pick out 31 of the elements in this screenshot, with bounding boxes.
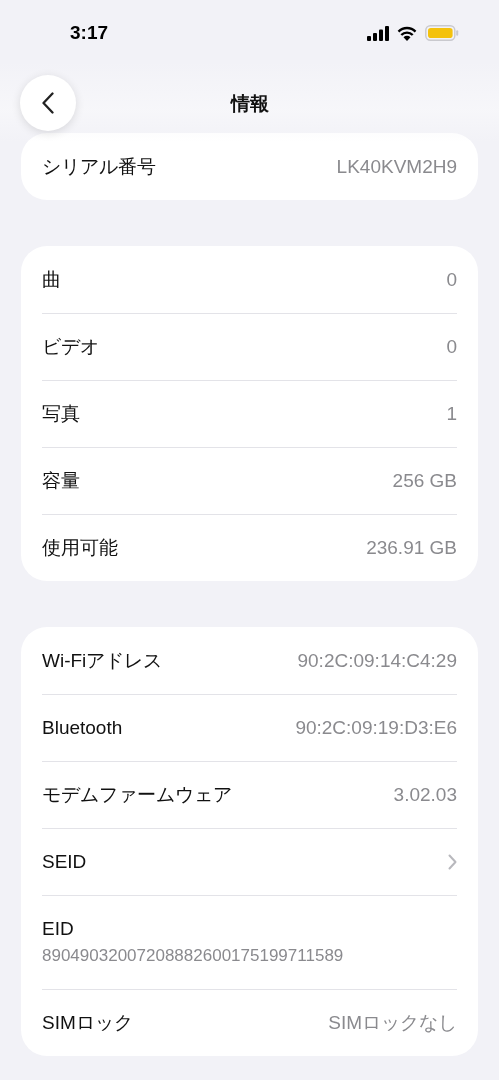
row-value: 236.91 GB <box>366 536 457 559</box>
row-value: SIMロックなし <box>328 1010 457 1035</box>
battery-icon <box>425 25 459 41</box>
row-label: 曲 <box>42 267 61 292</box>
row-value: LK40KVM2H9 <box>336 155 457 178</box>
wifi-icon <box>397 25 417 41</box>
row-value: 1 <box>446 402 457 425</box>
signal-icon <box>367 25 389 41</box>
back-button[interactable] <box>20 75 76 131</box>
row-label: Bluetooth <box>42 716 123 739</box>
back-chevron-icon <box>42 92 54 114</box>
row-value: 90:2C:09:19:D3:E6 <box>295 716 457 739</box>
row-label: ビデオ <box>42 334 99 359</box>
chevron-right-icon <box>448 853 457 870</box>
row-label: EID <box>42 918 74 940</box>
row-label: 写真 <box>42 401 80 426</box>
row-label: SIMロック <box>42 1010 133 1035</box>
row-value: 90:2C:09:14:C4:29 <box>297 649 457 672</box>
row-value: 0 <box>446 268 457 291</box>
row-value: 3.02.03 <box>393 783 457 806</box>
row-label: モデムファームウェア <box>42 782 232 807</box>
row-value: 256 GB <box>392 469 457 492</box>
row-label: Wi-Fiアドレス <box>42 648 163 673</box>
row-label: 使用可能 <box>42 535 118 560</box>
status-time: 3:17 <box>70 22 109 45</box>
row-label[interactable]: SEID <box>42 850 87 873</box>
row-value: 89049032007208882600175199711589 <box>42 946 344 966</box>
row-value: 0 <box>446 335 457 358</box>
row-label: シリアル番号 <box>42 154 156 179</box>
row-label: 容量 <box>42 468 80 493</box>
nav-title: 情報 <box>230 92 269 116</box>
